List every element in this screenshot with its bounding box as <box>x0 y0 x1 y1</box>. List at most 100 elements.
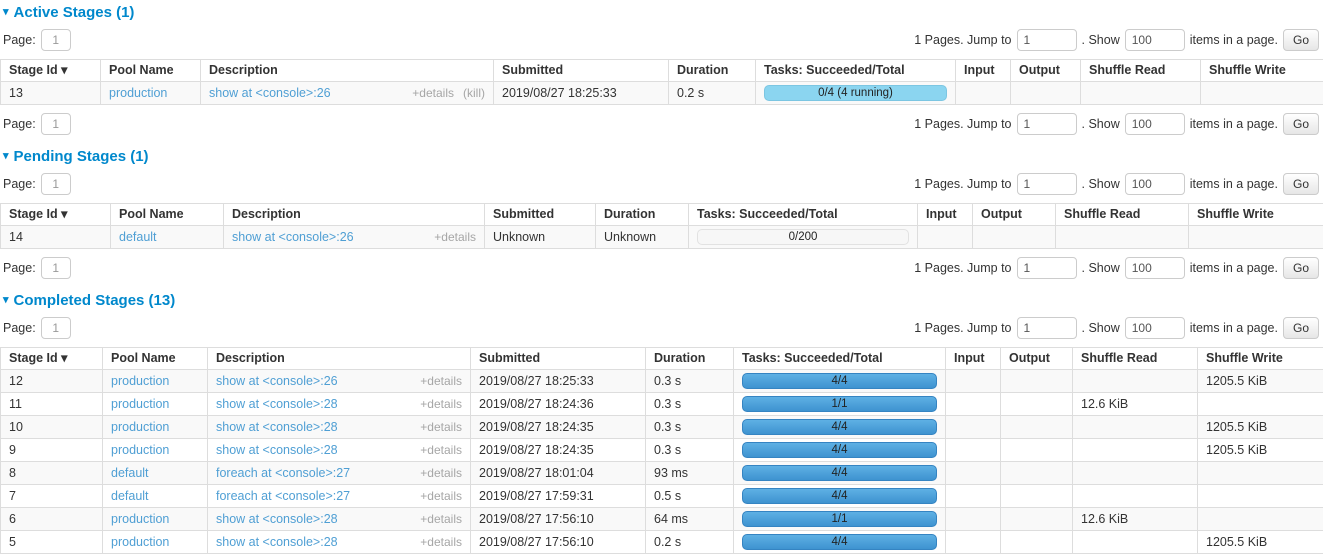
kill-link[interactable]: (kill) <box>463 85 485 102</box>
jump-to-input[interactable] <box>1017 113 1077 135</box>
column-header-pool-name[interactable]: Pool Name <box>101 60 201 82</box>
column-header-shuffle-write[interactable]: Shuffle Write <box>1201 60 1323 82</box>
duration-cell: 64 ms <box>646 508 734 531</box>
pool-name-link[interactable]: default <box>119 230 157 244</box>
column-header-output[interactable]: Output <box>1011 60 1081 82</box>
details-toggle[interactable]: +details <box>412 85 454 102</box>
pool-name-cell: default <box>103 485 208 508</box>
go-button[interactable]: Go <box>1283 317 1319 339</box>
details-toggle[interactable]: +details <box>420 442 462 459</box>
details-toggle[interactable]: +details <box>420 396 462 413</box>
column-header-input[interactable]: Input <box>918 204 973 226</box>
items-per-page-label: items in a page. <box>1190 33 1278 47</box>
description-link[interactable]: show at <console>:28 <box>216 534 338 551</box>
column-header-submitted[interactable]: Submitted <box>471 348 646 370</box>
jump-to-input[interactable] <box>1017 257 1077 279</box>
description-link[interactable]: show at <console>:28 <box>216 442 338 459</box>
show-count-input[interactable] <box>1125 113 1185 135</box>
pool-name-link[interactable]: production <box>111 374 169 388</box>
column-header-stage-id[interactable]: Stage Id ▾ <box>1 348 103 370</box>
page-number-input[interactable] <box>41 317 71 339</box>
description-link[interactable]: show at <console>:26 <box>232 229 354 246</box>
section-header-active[interactable]: ▾ Active Stages (1) <box>3 4 1323 21</box>
pool-name-link[interactable]: production <box>111 535 169 549</box>
details-toggle[interactable]: +details <box>420 488 462 505</box>
input-cell <box>946 439 1001 462</box>
pool-name-link[interactable]: production <box>111 512 169 526</box>
page-number-input[interactable] <box>41 257 71 279</box>
pool-name-cell: default <box>111 226 224 249</box>
details-toggle[interactable]: +details <box>420 419 462 436</box>
task-progress-bar: 4/4 <box>742 442 937 458</box>
column-header-duration[interactable]: Duration <box>669 60 756 82</box>
page-number-input[interactable] <box>41 29 71 51</box>
column-header-shuffle-write[interactable]: Shuffle Write <box>1189 204 1323 226</box>
stage-id-cell: 10 <box>1 416 103 439</box>
description-link[interactable]: show at <console>:28 <box>216 396 338 413</box>
go-button[interactable]: Go <box>1283 173 1319 195</box>
description-link[interactable]: foreach at <console>:27 <box>216 465 350 482</box>
description-link[interactable]: show at <console>:26 <box>216 373 338 390</box>
go-button[interactable]: Go <box>1283 257 1319 279</box>
column-header-shuffle-write[interactable]: Shuffle Write <box>1198 348 1323 370</box>
details-toggle[interactable]: +details <box>420 373 462 390</box>
details-toggle[interactable]: +details <box>420 465 462 482</box>
task-progress-bar: 1/1 <box>742 396 937 412</box>
description-link[interactable]: show at <console>:26 <box>209 85 331 102</box>
page-number-input[interactable] <box>41 113 71 135</box>
page-number-input[interactable] <box>41 173 71 195</box>
section-header-completed[interactable]: ▾ Completed Stages (13) <box>3 292 1323 309</box>
show-count-input[interactable] <box>1125 29 1185 51</box>
column-header-output[interactable]: Output <box>973 204 1056 226</box>
section-header-pending[interactable]: ▾ Pending Stages (1) <box>3 148 1323 165</box>
column-header-shuffle-read[interactable]: Shuffle Read <box>1081 60 1201 82</box>
description-link[interactable]: foreach at <console>:27 <box>216 488 350 505</box>
column-header-tasks[interactable]: Tasks: Succeeded/Total <box>756 60 956 82</box>
go-button[interactable]: Go <box>1283 113 1319 135</box>
column-header-description[interactable]: Description <box>208 348 471 370</box>
jump-to-input[interactable] <box>1017 29 1077 51</box>
pool-name-link[interactable]: default <box>111 489 149 503</box>
show-count-input[interactable] <box>1125 173 1185 195</box>
column-header-tasks[interactable]: Tasks: Succeeded/Total <box>734 348 946 370</box>
show-count-input[interactable] <box>1125 257 1185 279</box>
show-count-input[interactable] <box>1125 317 1185 339</box>
details-toggle[interactable]: +details <box>420 511 462 528</box>
column-header-description[interactable]: Description <box>224 204 485 226</box>
column-header-output[interactable]: Output <box>1001 348 1073 370</box>
pool-name-link[interactable]: default <box>111 466 149 480</box>
column-header-input[interactable]: Input <box>956 60 1011 82</box>
jump-to-input[interactable] <box>1017 173 1077 195</box>
go-button[interactable]: Go <box>1283 29 1319 51</box>
input-cell <box>946 393 1001 416</box>
column-header-input[interactable]: Input <box>946 348 1001 370</box>
column-header-pool-name[interactable]: Pool Name <box>103 348 208 370</box>
submitted-cell: 2019/08/27 18:24:35 <box>471 439 646 462</box>
show-label: . Show <box>1082 261 1120 275</box>
column-header-shuffle-read[interactable]: Shuffle Read <box>1073 348 1198 370</box>
pool-name-link[interactable]: production <box>111 443 169 457</box>
stage-id-cell: 9 <box>1 439 103 462</box>
table-row-stage-14: 14defaultshow at <console>:26+detailsUnk… <box>1 226 1323 249</box>
description-link[interactable]: show at <console>:28 <box>216 511 338 528</box>
section-title: Completed Stages (13) <box>14 292 176 309</box>
column-header-duration[interactable]: Duration <box>646 348 734 370</box>
pool-name-link[interactable]: production <box>111 397 169 411</box>
column-header-shuffle-read[interactable]: Shuffle Read <box>1056 204 1189 226</box>
details-toggle[interactable]: +details <box>434 229 476 246</box>
jump-to-input[interactable] <box>1017 317 1077 339</box>
details-toggle[interactable]: +details <box>420 534 462 551</box>
shuffle-write-cell <box>1189 226 1323 249</box>
pool-name-link[interactable]: production <box>109 86 167 100</box>
column-header-description[interactable]: Description <box>201 60 494 82</box>
pool-name-link[interactable]: production <box>111 420 169 434</box>
column-header-stage-id[interactable]: Stage Id ▾ <box>1 204 111 226</box>
duration-cell: 0.3 s <box>646 370 734 393</box>
column-header-stage-id[interactable]: Stage Id ▾ <box>1 60 101 82</box>
column-header-tasks[interactable]: Tasks: Succeeded/Total <box>689 204 918 226</box>
column-header-submitted[interactable]: Submitted <box>485 204 596 226</box>
column-header-pool-name[interactable]: Pool Name <box>111 204 224 226</box>
column-header-duration[interactable]: Duration <box>596 204 689 226</box>
description-link[interactable]: show at <console>:28 <box>216 419 338 436</box>
column-header-submitted[interactable]: Submitted <box>494 60 669 82</box>
